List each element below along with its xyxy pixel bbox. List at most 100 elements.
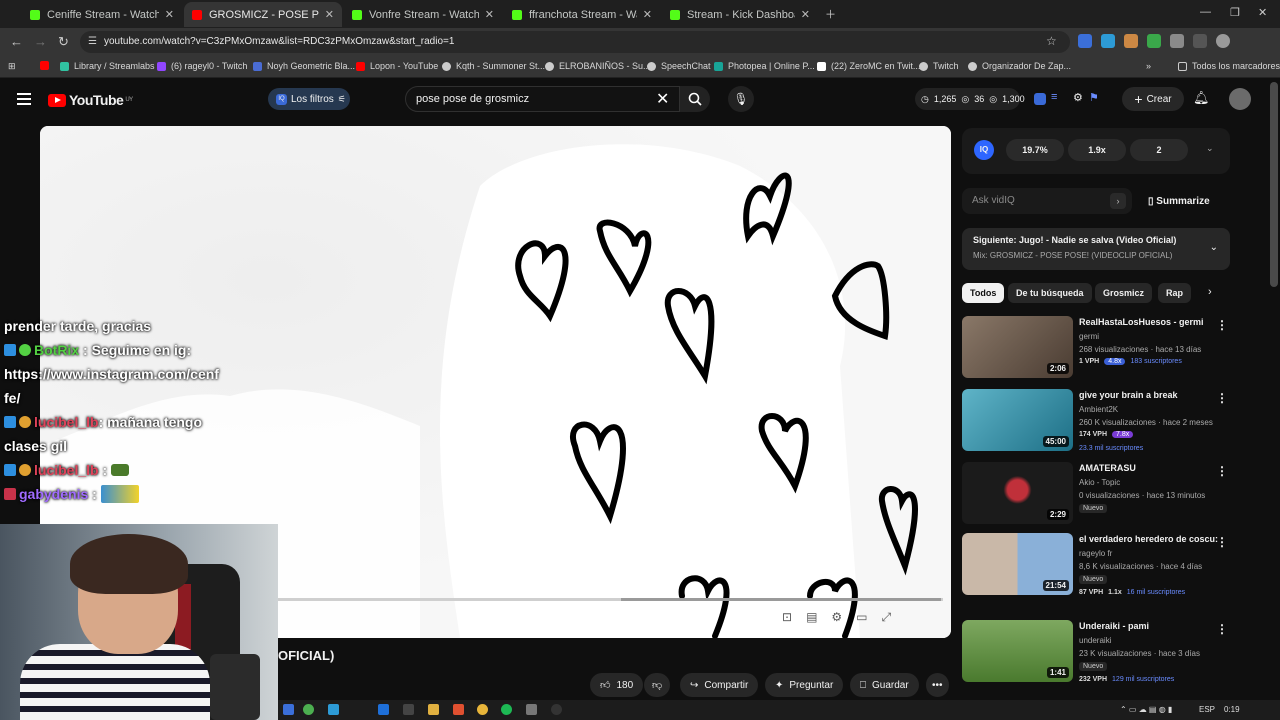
extension-icon[interactable] [1193,34,1207,48]
bookmark-item[interactable]: Library / Streamlabs [60,61,155,71]
forward-icon[interactable]: → [34,34,47,49]
profile-icon[interactable] [1216,34,1230,48]
extension-icon[interactable] [1147,34,1161,48]
obs-taskbar-icon[interactable] [551,704,562,715]
taskbar-app-icon[interactable] [453,704,464,715]
browser-tab[interactable]: ffranchota Stream - Watch✕ [504,2,660,27]
taskbar-app-icon[interactable] [378,704,389,715]
taskbar-app-icon[interactable] [303,704,314,715]
miniplayer-icon[interactable]: ▭ [856,610,867,625]
url-text[interactable]: youtube.com/watch?v=C3zPMxOmzaw&list=RDC… [104,36,454,47]
bookmark-youtube[interactable] [40,61,54,70]
taskbar-app-icon[interactable] [328,704,339,715]
chevron-down-icon[interactable]: ⌄ [1210,242,1218,253]
vidiq-toolbar-icon[interactable] [1034,93,1046,105]
bookmark-item[interactable]: (22) ZeroMC en Twit... [817,61,920,71]
vidiq-player-icon[interactable]: ⊡ [782,610,792,625]
video-progress-bar[interactable] [278,598,943,601]
more-bookmarks-icon[interactable]: » [1146,61,1151,71]
browser-tab[interactable]: Ceniffe Stream - Watch Live on✕ [22,2,182,27]
chrome-taskbar-icon[interactable] [477,704,488,715]
extension-icon[interactable] [1170,34,1184,48]
menu-icon[interactable] [17,93,31,108]
chip-from-search[interactable]: De tu búsqueda [1008,283,1092,303]
browser-tab[interactable]: Stream - Kick Dashboard✕ [662,2,818,27]
search-input[interactable]: pose pose de grosmicz [405,86,680,112]
more-vert-icon[interactable]: ⋮ [1216,622,1228,636]
recommendation-item[interactable]: 2:29 AMATERASU Akio - Topic 0 visualizac… [962,462,1232,526]
video-thumbnail[interactable]: 21:54 [962,533,1073,595]
tray-icons[interactable]: ⌃ ▭ ☁ ▤ ◍ ▮ [1120,705,1172,714]
taskbar-app-icon[interactable] [403,704,414,715]
close-tab-icon[interactable]: ✕ [165,8,174,21]
account-avatar[interactable] [1229,88,1251,110]
bookmark-item[interactable]: Lopon - YouTube [356,61,438,71]
ask-button[interactable]: ✦ Preguntar [765,673,844,697]
more-vert-icon[interactable]: ⋮ [1216,535,1228,549]
like-button[interactable]: 👍︎ 180 [590,673,644,697]
close-tab-icon[interactable]: ✕ [643,8,652,21]
bookmark-item[interactable]: SpeechChat [647,61,711,71]
site-info-icon[interactable]: ☰ [88,36,97,47]
share-button[interactable]: ↪ Compartir [680,673,759,697]
bookmark-item[interactable]: Kqth - Summoner St... [442,61,545,71]
reload-icon[interactable]: ↻ [58,34,69,50]
fullscreen-icon[interactable]: ⤢ [882,610,892,625]
clock[interactable]: 0:19 [1224,705,1240,714]
create-button[interactable]: + Crear [1122,87,1184,111]
taskbar-app-icon[interactable] [526,704,537,715]
video-thumbnail[interactable]: 2:06 [962,316,1073,378]
voice-search-icon[interactable]: 🎙 [728,86,754,112]
subtitles-icon[interactable]: ▤ [806,610,817,625]
bookmark-item[interactable]: Noyh Geometric Bla... [253,61,355,71]
browser-tab[interactable]: Vonfre Stream - Watch Live✕ [344,2,502,27]
list-icon[interactable]: ≡ [1051,91,1057,103]
browser-tab-active[interactable]: GROSMICZ - POSE POSE! (VIDE✕ [184,2,342,27]
taskbar-app-icon[interactable] [428,704,439,715]
extension-icon[interactable] [1101,34,1115,48]
chevron-right-icon[interactable]: › [1110,193,1126,209]
notifications-icon[interactable]: 🔔︎ [1193,90,1210,106]
more-actions-button[interactable]: ••• [926,673,949,697]
award-icon[interactable]: ⚙ [1073,91,1083,104]
flag-icon[interactable]: ⚑ [1089,91,1099,104]
apps-icon[interactable]: ⊞ [8,61,16,72]
chip-rap[interactable]: Rap [1158,283,1192,303]
close-tab-icon[interactable]: ✕ [485,8,494,21]
all-bookmarks[interactable]: Todos los marcadores [1178,61,1280,71]
chip-grosmicz[interactable]: Grosmicz [1095,283,1153,303]
chevron-down-icon[interactable]: ⌄ [1206,143,1214,154]
spotify-taskbar-icon[interactable] [501,704,512,715]
minimize-button[interactable]: — [1200,6,1211,18]
chip-all[interactable]: Todos [962,283,1005,303]
save-button[interactable]: ⎕ Guardar [850,673,919,697]
close-tab-icon[interactable]: ✕ [325,8,334,21]
language-indicator[interactable]: ESP [1199,705,1215,714]
new-tab-button[interactable]: ＋ [825,6,836,22]
youtube-logo[interactable]: YouTube UY [48,92,133,108]
video-thumbnail[interactable]: 45:00 [962,389,1073,451]
extension-icon[interactable] [1124,34,1138,48]
close-tab-icon[interactable]: ✕ [801,8,810,21]
more-vert-icon[interactable]: ⋮ [1216,318,1228,332]
chevron-right-icon[interactable]: › [1208,286,1212,298]
video-thumbnail[interactable]: 1:41 [962,620,1073,682]
more-vert-icon[interactable]: ⋮ [1216,464,1228,478]
more-vert-icon[interactable]: ⋮ [1216,391,1228,405]
bookmark-item[interactable]: Photopea | Online P... [714,61,815,71]
up-next-panel[interactable]: Siguiente: Jugo! - Nadie se salva (Video… [962,228,1230,270]
recommendation-item[interactable]: 1:41 Underaiki - pami underaiki 23 K vis… [962,620,1232,684]
page-scrollbar[interactable] [1270,82,1278,287]
settings-icon[interactable]: ⚙ [831,610,842,625]
bookmark-item[interactable]: Organizador De Zap... [968,61,1071,71]
close-window-button[interactable]: ✕ [1258,6,1267,19]
extension-icon[interactable] [1078,34,1092,48]
filters-button[interactable]: IQ Los filtros ⚟ [268,88,350,110]
bookmark-item[interactable]: (6) rageyl0 - Twitch [157,61,247,71]
bookmark-item[interactable]: Twitch [919,61,959,71]
bookmark-item[interactable]: ELROBANIÑOS - Su... [545,61,651,71]
recommendation-item[interactable]: 45:00 give your brain a break Ambient2K … [962,389,1232,453]
dislike-button[interactable]: 👎︎ [644,673,671,697]
recommendation-item[interactable]: 21:54 el verdadero heredero de coscu: ra… [962,533,1232,597]
video-thumbnail[interactable]: 2:29 [962,462,1073,524]
